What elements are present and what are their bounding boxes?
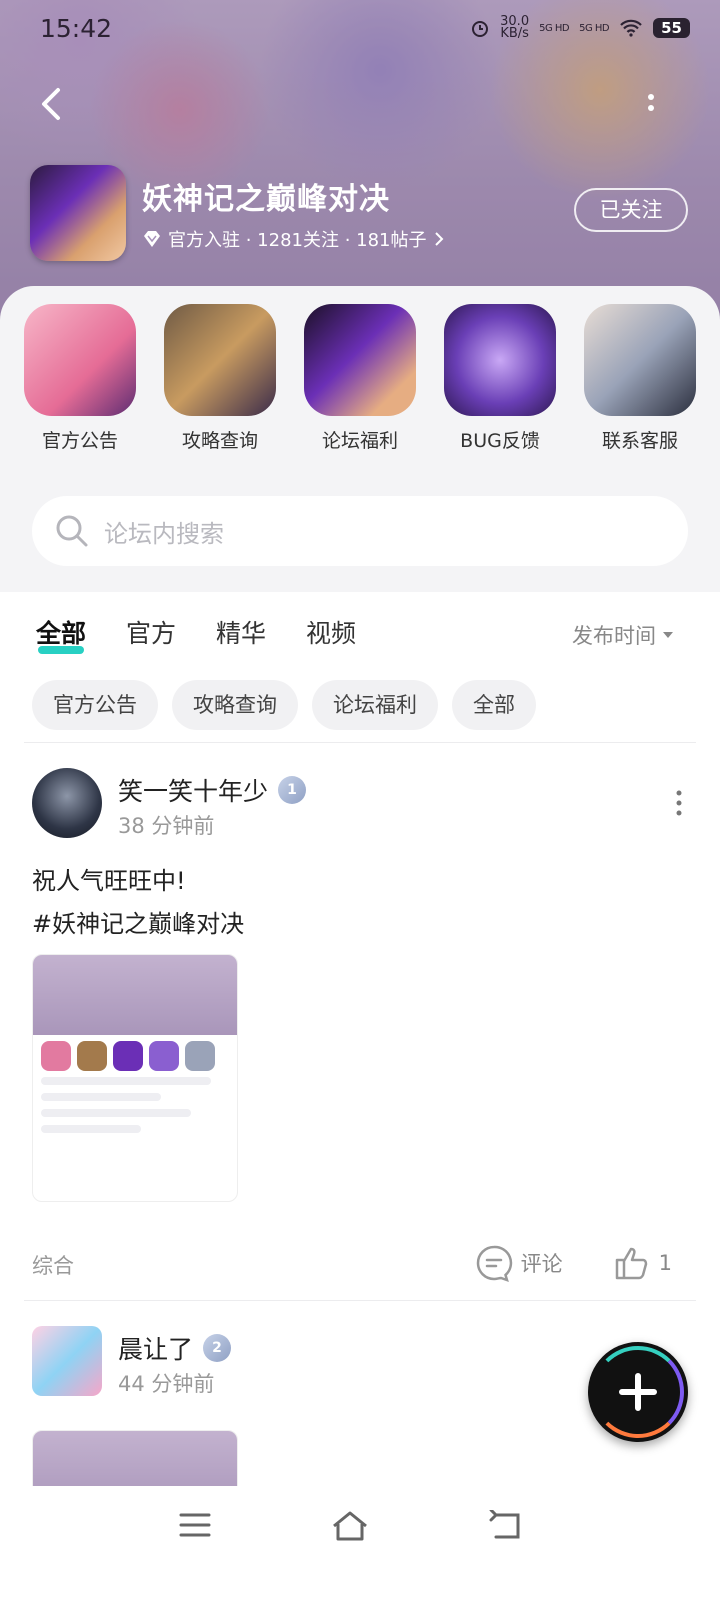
forum-identity: 妖神记之巅峰对决 官方入驻 · 1281关注 · 181帖子 <box>30 165 445 261</box>
search-placeholder: 论坛内搜索 <box>104 519 224 548</box>
net-speed: 30.0 KB/s <box>500 14 530 41</box>
like-icon[interactable] <box>613 1244 651 1282</box>
caret-down-icon <box>663 632 673 638</box>
back-arrow-icon[interactable] <box>36 84 68 124</box>
comment-icon[interactable] <box>475 1244 513 1282</box>
forum-meta[interactable]: 官方入驻 · 1281关注 · 181帖子 <box>142 226 445 252</box>
post-text: 祝人气旺旺中! #妖神记之巅峰对决 <box>32 860 672 946</box>
announcement-image <box>24 304 136 416</box>
chip-guide[interactable]: 攻略查询 <box>172 680 298 730</box>
post-category: 综合 <box>32 1254 74 1278</box>
chevron-right-icon <box>434 232 443 246</box>
status-icons: 30.0 KB/s 5G HD 5G HD 55 <box>470 14 690 41</box>
create-post-button[interactable] <box>588 1342 688 1442</box>
user-name[interactable]: 晨让了 <box>118 1330 193 1366</box>
tab-featured[interactable]: 精华 <box>216 614 266 650</box>
search-input[interactable]: 论坛内搜索 <box>32 496 688 566</box>
post-time: 38 分钟前 <box>118 814 215 838</box>
wifi-icon <box>620 19 642 37</box>
forum-avatar <box>30 165 126 261</box>
quick-link-welfare[interactable]: 论坛福利 <box>304 304 416 453</box>
post-more-icon[interactable] <box>674 788 684 818</box>
bug-report-image <box>444 304 556 416</box>
search-icon <box>56 515 88 547</box>
user-avatar[interactable] <box>32 768 102 838</box>
divider <box>24 1300 696 1301</box>
status-bar: 15:42 30.0 KB/s 5G HD 5G HD 55 <box>0 10 720 50</box>
user-name-row: 晨让了 2 <box>118 1330 232 1366</box>
welfare-image <box>304 304 416 416</box>
quick-link-announcement[interactable]: 官方公告 <box>24 304 136 453</box>
sort-dropdown[interactable]: 发布时间 <box>572 620 674 650</box>
post-time: 44 分钟前 <box>118 1372 215 1396</box>
menu-icon[interactable] <box>178 1510 212 1540</box>
quick-link-guide[interactable]: 攻略查询 <box>164 304 276 453</box>
divider <box>24 742 696 743</box>
user-avatar[interactable] <box>32 1326 102 1396</box>
post-card[interactable]: 笑一笑十年少 1 38 分钟前 祝人气旺旺中! #妖神记之巅峰对决 综合 评论 <box>32 768 682 1288</box>
level-badge: 1 <box>278 776 307 804</box>
follow-button[interactable]: 已关注 <box>574 188 688 232</box>
quick-link-bug-report[interactable]: BUG反馈 <box>444 304 556 453</box>
signal-1: 5G HD <box>539 22 570 34</box>
back-nav-icon[interactable] <box>488 1510 524 1542</box>
chip-announcement[interactable]: 官方公告 <box>32 680 158 730</box>
chip-all[interactable]: 全部 <box>452 680 536 730</box>
quick-links: 官方公告 攻略查询 论坛福利 BUG反馈 联系客服 <box>24 304 696 453</box>
comment-label[interactable]: 评论 <box>521 1248 563 1278</box>
chip-welfare[interactable]: 论坛福利 <box>312 680 438 730</box>
filter-chips: 官方公告 攻略查询 论坛福利 全部 <box>32 680 536 730</box>
guide-image <box>164 304 276 416</box>
like-count: 1 <box>658 1251 672 1275</box>
forum-title: 妖神记之巅峰对决 <box>142 182 390 217</box>
home-icon[interactable] <box>330 1510 370 1542</box>
more-menu-icon[interactable] <box>644 90 658 120</box>
user-name[interactable]: 笑一笑十年少 <box>118 772 268 808</box>
support-image <box>584 304 696 416</box>
system-nav-bar <box>0 1486 720 1612</box>
tab-video[interactable]: 视频 <box>306 614 356 650</box>
tab-official[interactable]: 官方 <box>126 614 176 650</box>
user-name-row: 笑一笑十年少 1 <box>118 772 307 808</box>
status-time: 15:42 <box>40 14 113 43</box>
feed-tabs: 全部 官方 精华 视频 <box>36 614 356 654</box>
plus-icon <box>619 1373 657 1411</box>
quick-link-support[interactable]: 联系客服 <box>584 304 696 453</box>
post-hashtag[interactable]: #妖神记之巅峰对决 <box>32 903 672 946</box>
diamond-icon <box>144 231 160 247</box>
battery-indicator: 55 <box>653 18 690 38</box>
alarm-icon <box>472 21 489 37</box>
level-badge: 2 <box>203 1334 232 1362</box>
tab-all[interactable]: 全部 <box>36 614 86 654</box>
post-actions: 评论 1 <box>475 1244 672 1282</box>
signal-2: 5G HD <box>579 22 610 34</box>
forum-panel: 官方公告 攻略查询 论坛福利 BUG反馈 联系客服 论坛内搜索 <box>0 286 720 592</box>
post-image[interactable] <box>32 954 238 1202</box>
